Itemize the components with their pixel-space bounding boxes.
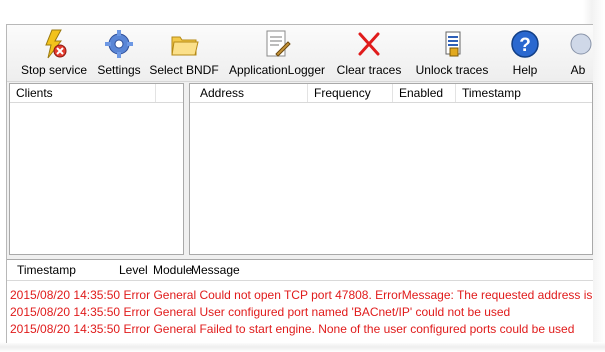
select-bndf-button[interactable]: Select BNDF xyxy=(149,28,219,80)
column-header-frequency[interactable]: Frequency xyxy=(308,84,393,102)
stop-service-label: Stop service xyxy=(20,63,88,77)
clear-traces-button[interactable]: Clear traces xyxy=(335,28,403,80)
column-header-log-timestamp[interactable]: Timestamp xyxy=(7,260,111,280)
column-header-enabled[interactable]: Enabled xyxy=(393,84,456,102)
help-icon: ? xyxy=(510,28,540,60)
clients-header: Clients xyxy=(10,84,183,103)
torn-edge-bottom xyxy=(0,342,605,352)
log-row[interactable]: 2015/08/20 14:35:50 Error General Failed… xyxy=(10,321,574,337)
help-label: Help xyxy=(512,63,538,77)
column-header-blank[interactable] xyxy=(156,84,183,102)
stop-service-icon xyxy=(39,28,69,60)
unlock-traces-button[interactable]: Unlock traces xyxy=(413,28,491,80)
settings-label: Settings xyxy=(97,63,141,77)
log-list[interactable]: Timestamp Level Module Message 2015/08/2… xyxy=(7,259,593,343)
column-header-timestamp[interactable]: Timestamp xyxy=(456,84,592,102)
red-x-icon xyxy=(354,28,384,60)
column-header-clients[interactable]: Clients xyxy=(10,84,156,102)
folder-icon xyxy=(169,28,199,60)
clients-list[interactable]: Clients xyxy=(9,83,184,255)
log-header: Timestamp Level Module Message xyxy=(7,260,593,281)
column-header-message[interactable]: Message xyxy=(191,260,311,280)
about-label: Ab xyxy=(570,63,586,77)
unlock-traces-label: Unlock traces xyxy=(415,63,489,77)
about-icon xyxy=(563,28,593,60)
toolbar: Stop service Settings Select BNDF Applic… xyxy=(7,25,593,82)
clear-traces-label: Clear traces xyxy=(336,63,402,77)
application-logger-label: ApplicationLogger xyxy=(228,63,326,77)
application-logger-button[interactable]: ApplicationLogger xyxy=(227,28,327,80)
log-row[interactable]: 2015/08/20 14:35:50 Error General Could … xyxy=(10,287,593,303)
about-button[interactable]: Ab xyxy=(563,28,593,80)
screenshot-frame: Stop service Settings Select BNDF Applic… xyxy=(0,0,605,352)
application-window: Stop service Settings Select BNDF Applic… xyxy=(6,24,593,343)
unlock-list-icon xyxy=(437,28,467,60)
column-header-module[interactable]: Module xyxy=(147,260,192,280)
help-button[interactable]: ? Help xyxy=(507,28,543,80)
gear-icon xyxy=(104,28,134,60)
log-row[interactable]: 2015/08/20 14:35:50 Error General User c… xyxy=(10,304,510,320)
panes-area: Clients Address Frequency Enabled Timest… xyxy=(7,83,593,255)
svg-text:?: ? xyxy=(519,35,531,56)
column-header-address[interactable]: Address xyxy=(190,84,308,102)
settings-button[interactable]: Settings xyxy=(93,28,145,80)
traces-list[interactable]: Address Frequency Enabled Timestamp xyxy=(189,83,593,255)
traces-header: Address Frequency Enabled Timestamp xyxy=(190,84,592,103)
select-bndf-label: Select BNDF xyxy=(149,63,219,77)
column-header-level[interactable]: Level xyxy=(111,260,148,280)
logger-icon xyxy=(262,28,292,60)
stop-service-button[interactable]: Stop service xyxy=(21,28,87,80)
